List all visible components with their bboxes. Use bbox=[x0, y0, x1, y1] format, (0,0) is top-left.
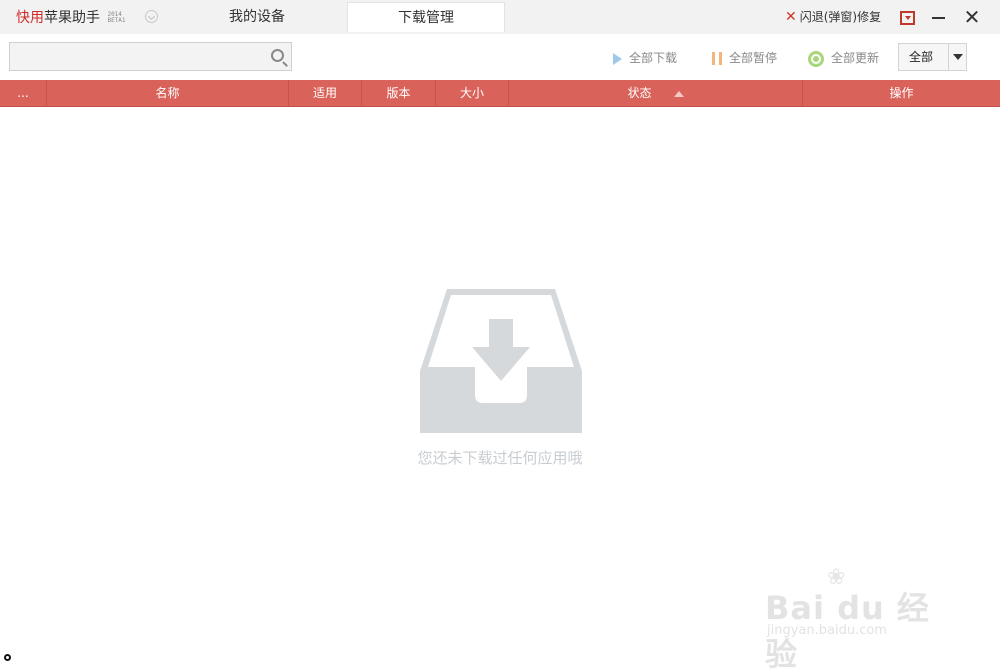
window-menu-button[interactable] bbox=[900, 11, 915, 25]
update-all-label: 全部更新 bbox=[831, 51, 880, 65]
column-header-version[interactable]: 版本 bbox=[362, 80, 436, 107]
minimize-button[interactable] bbox=[932, 17, 945, 19]
column-header-more[interactable]: ... bbox=[0, 80, 47, 107]
app-logo: 快用苹果助手 2014 BETA1 bbox=[16, 7, 126, 27]
column-header-name[interactable]: 名称 bbox=[47, 80, 289, 107]
sort-ascending-icon bbox=[673, 90, 684, 97]
toolbar: 全部下载 全部暂停 全部更新 全部 bbox=[0, 34, 1000, 80]
crash-repair-button[interactable]: ✕ 闪退(弹窗)修复 bbox=[785, 8, 881, 25]
close-button[interactable]: ✕ bbox=[962, 4, 982, 30]
column-header-size[interactable]: 大小 bbox=[436, 80, 509, 107]
column-header-status-label: 状态 bbox=[627, 86, 652, 100]
crash-repair-label: 闪退(弹窗)修复 bbox=[799, 10, 882, 24]
version-badge: 2014 BETA1 bbox=[107, 11, 126, 24]
search-icon[interactable] bbox=[271, 49, 284, 62]
update-all-button[interactable]: 全部更新 bbox=[808, 49, 879, 67]
empty-state-message: 您还未下载过任何应用哦 bbox=[417, 449, 583, 467]
title-bar: 快用苹果助手 2014 BETA1 我的设备 下载管理 ✕ 闪退(弹窗)修复 ✕ bbox=[0, 0, 1000, 34]
download-tray-icon bbox=[420, 289, 582, 433]
play-icon bbox=[613, 52, 622, 65]
column-header-compatible[interactable]: 适用 bbox=[289, 80, 362, 107]
download-all-button[interactable]: 全部下载 bbox=[613, 49, 677, 67]
tab-download-manager[interactable]: 下载管理 bbox=[347, 2, 505, 32]
watermark-url: jingyan.baidu.com bbox=[767, 623, 887, 638]
pause-all-label: 全部暂停 bbox=[729, 51, 778, 65]
filter-select-value: 全部 bbox=[909, 50, 934, 64]
pause-icon bbox=[712, 52, 722, 65]
tab-my-devices[interactable]: 我的设备 bbox=[197, 2, 317, 32]
filter-select[interactable]: 全部 bbox=[898, 43, 967, 71]
table-header: ... 名称 适用 版本 大小 状态 操作 bbox=[0, 80, 1000, 107]
brand-name: 快用 bbox=[16, 10, 44, 26]
cursor-dot-icon bbox=[4, 654, 11, 661]
app-menu-dropdown-icon[interactable] bbox=[145, 10, 158, 23]
app-name: 苹果助手 bbox=[44, 10, 100, 26]
column-header-status[interactable]: 状态 bbox=[509, 80, 803, 107]
column-header-actions[interactable]: 操作 bbox=[803, 80, 1000, 107]
baidu-watermark: ❀ Bai du 经验 jingyan.baidu.com bbox=[765, 565, 945, 670]
chevron-down-icon[interactable] bbox=[948, 44, 966, 70]
pause-all-button[interactable]: 全部暂停 bbox=[712, 49, 777, 67]
download-all-label: 全部下载 bbox=[629, 51, 678, 65]
search-input[interactable] bbox=[10, 43, 260, 70]
search-box bbox=[9, 42, 292, 71]
refresh-icon bbox=[808, 50, 824, 67]
tools-icon: ✕ bbox=[785, 9, 797, 25]
